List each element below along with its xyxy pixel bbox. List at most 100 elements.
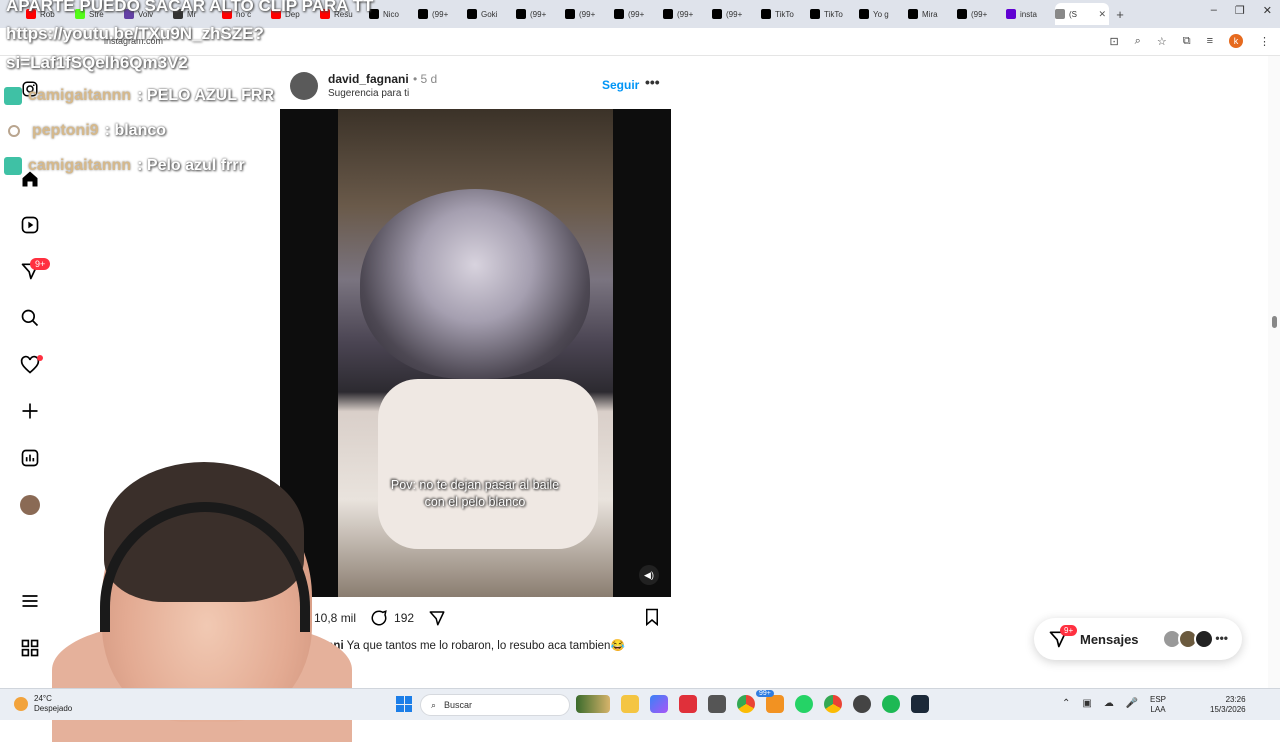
chat-text: : Pelo azul frrr (137, 157, 245, 174)
menu-hamburger-icon[interactable] (19, 590, 41, 612)
restore-icon[interactable]: ❐ (1235, 4, 1245, 17)
messages-more-icon[interactable]: ••• (1215, 631, 1228, 645)
profile-avatar[interactable]: k (1229, 34, 1243, 48)
browser-tab[interactable]: (99+ (614, 3, 662, 25)
tab-label: Nico (383, 9, 400, 19)
browser-tab[interactable]: (99+ (516, 3, 564, 25)
language-code: ESP (1150, 695, 1167, 704)
tab-favicon-icon (859, 9, 869, 19)
browser-tab[interactable]: Yo g (859, 3, 907, 25)
tab-label: (99+ (579, 9, 596, 19)
video-frame (338, 109, 613, 597)
more-apps-icon[interactable] (19, 637, 41, 659)
tab-close-icon[interactable]: ✕ (1098, 9, 1109, 20)
browser-tab[interactable]: TikTo (761, 3, 809, 25)
save-bookmark-icon[interactable] (644, 608, 660, 629)
language-indicator[interactable]: ESP LAA (1150, 695, 1166, 715)
microphone-icon[interactable]: 🎤 (1126, 698, 1138, 709)
tab-favicon-icon (663, 9, 673, 19)
reels-icon[interactable] (19, 214, 41, 236)
follow-button[interactable]: Seguir (602, 78, 639, 92)
browser-tab[interactable]: (99+ (663, 3, 711, 25)
extensions-icon[interactable]: ⧉ (1183, 35, 1191, 48)
scrollbar-thumb[interactable] (1272, 316, 1277, 328)
file-explorer-icon[interactable] (621, 695, 639, 713)
profile-avatar-icon[interactable] (19, 494, 41, 516)
share-action[interactable] (428, 609, 446, 627)
browser-tab[interactable]: Goki (467, 3, 515, 25)
chat-message: camigaitannn : PELO AZUL FRR (4, 87, 274, 105)
post-time: • 5 d (413, 72, 438, 86)
create-plus-icon[interactable] (19, 400, 41, 422)
address-bar-icons: ⊡ ⌕ ☆ ⧉ ≡ k ⋮ (1109, 34, 1270, 48)
page-scrollbar[interactable] (1268, 56, 1280, 688)
window-controls: – ❐ ✕ (1211, 4, 1272, 17)
tray-cloud-icon[interactable]: ☁ (1104, 698, 1114, 709)
whatsapp-icon[interactable] (795, 695, 813, 713)
chat-badge-icon (4, 87, 22, 105)
comment-icon (371, 610, 387, 626)
taskbar-search[interactable]: ⌕ Buscar (420, 694, 570, 716)
chrome-icon[interactable] (824, 695, 842, 713)
browser-tab[interactable]: (S ✕ (1055, 3, 1109, 25)
tab-label: (99+ (726, 9, 743, 19)
more-options-icon[interactable]: ••• (645, 74, 660, 90)
reading-list-icon[interactable]: ≡ (1207, 35, 1213, 47)
stream-overlay-line-2: https://youtu.be/TXu9N_zhSZE? (6, 24, 264, 43)
tab-favicon-icon (467, 9, 477, 19)
browser-tab[interactable]: Mira (908, 3, 956, 25)
messages-button[interactable]: 9+ Mensajes ••• (1034, 618, 1242, 660)
author-username[interactable]: david_fagnani (328, 72, 409, 86)
share-icon (429, 611, 445, 626)
obs-icon[interactable] (853, 695, 871, 713)
chrome-icon[interactable] (737, 695, 755, 713)
tab-favicon-icon (810, 9, 820, 19)
tab-label: (99+ (677, 9, 694, 19)
taskbar-app-photo[interactable] (576, 695, 610, 713)
clock-date: 15/3/2026 (1210, 705, 1246, 714)
browser-menu-icon[interactable]: ⋮ (1259, 35, 1270, 48)
system-clock[interactable]: 23:26 15/3/2026 (1210, 695, 1246, 715)
tab-favicon-icon (1055, 9, 1065, 19)
weather-temp: 24°C (34, 694, 52, 703)
browser-tab[interactable]: insta (1006, 3, 1054, 25)
sound-toggle-icon[interactable]: ◀) (639, 565, 659, 585)
windows-taskbar: 24°C Despejado ⌕ Buscar 99+ ⌃ ▣ ☁ 🎤 ESP … (0, 688, 1280, 720)
weather-desc: Despejado (34, 704, 73, 713)
minimize-icon[interactable]: – (1211, 4, 1217, 17)
chat-text: : blanco (104, 122, 167, 139)
browser-tab[interactable]: (99+ (957, 3, 1005, 25)
browser-tab[interactable]: (99+ (565, 3, 613, 25)
steam-icon[interactable] (911, 695, 929, 713)
install-app-icon[interactable]: ⊡ (1109, 35, 1118, 48)
comment-action[interactable]: 192 (370, 609, 414, 627)
tab-favicon-icon (1006, 9, 1016, 19)
tray-chevron-icon[interactable]: ⌃ (1062, 698, 1070, 709)
app-icon[interactable] (766, 695, 784, 713)
copilot-icon[interactable] (650, 695, 668, 713)
webcam-overlay (52, 462, 352, 742)
author-avatar[interactable] (290, 72, 318, 100)
browser-tab[interactable]: Nico (369, 3, 417, 25)
new-tab-button[interactable]: + (1110, 7, 1130, 22)
whatsapp-badge: 99+ (756, 690, 774, 697)
system-tray: ⌃ ▣ ☁ 🎤 (1062, 698, 1138, 709)
zoom-icon[interactable]: ⌕ (1135, 35, 1141, 48)
spotify-icon[interactable] (882, 695, 900, 713)
store-icon[interactable] (708, 695, 726, 713)
close-window-icon[interactable]: ✕ (1263, 4, 1272, 17)
tab-label: insta (1020, 9, 1037, 19)
weather-widget[interactable]: 24°C Despejado (14, 694, 72, 714)
dashboard-icon[interactable] (19, 447, 41, 469)
tray-app-icon[interactable]: ▣ (1082, 698, 1091, 709)
start-button[interactable] (396, 696, 412, 712)
wps-icon[interactable] (679, 695, 697, 713)
browser-tab[interactable]: (99+ (712, 3, 760, 25)
caption-text: Ya que tantos me lo robaron, lo resubo a… (346, 640, 625, 652)
browser-tab[interactable]: (99+ (418, 3, 466, 25)
browser-tab[interactable]: TikTo (810, 3, 858, 25)
bookmark-star-icon[interactable]: ☆ (1157, 35, 1167, 48)
search-icon[interactable] (19, 307, 41, 329)
tab-favicon-icon (565, 9, 575, 19)
activity-dot (37, 355, 43, 361)
